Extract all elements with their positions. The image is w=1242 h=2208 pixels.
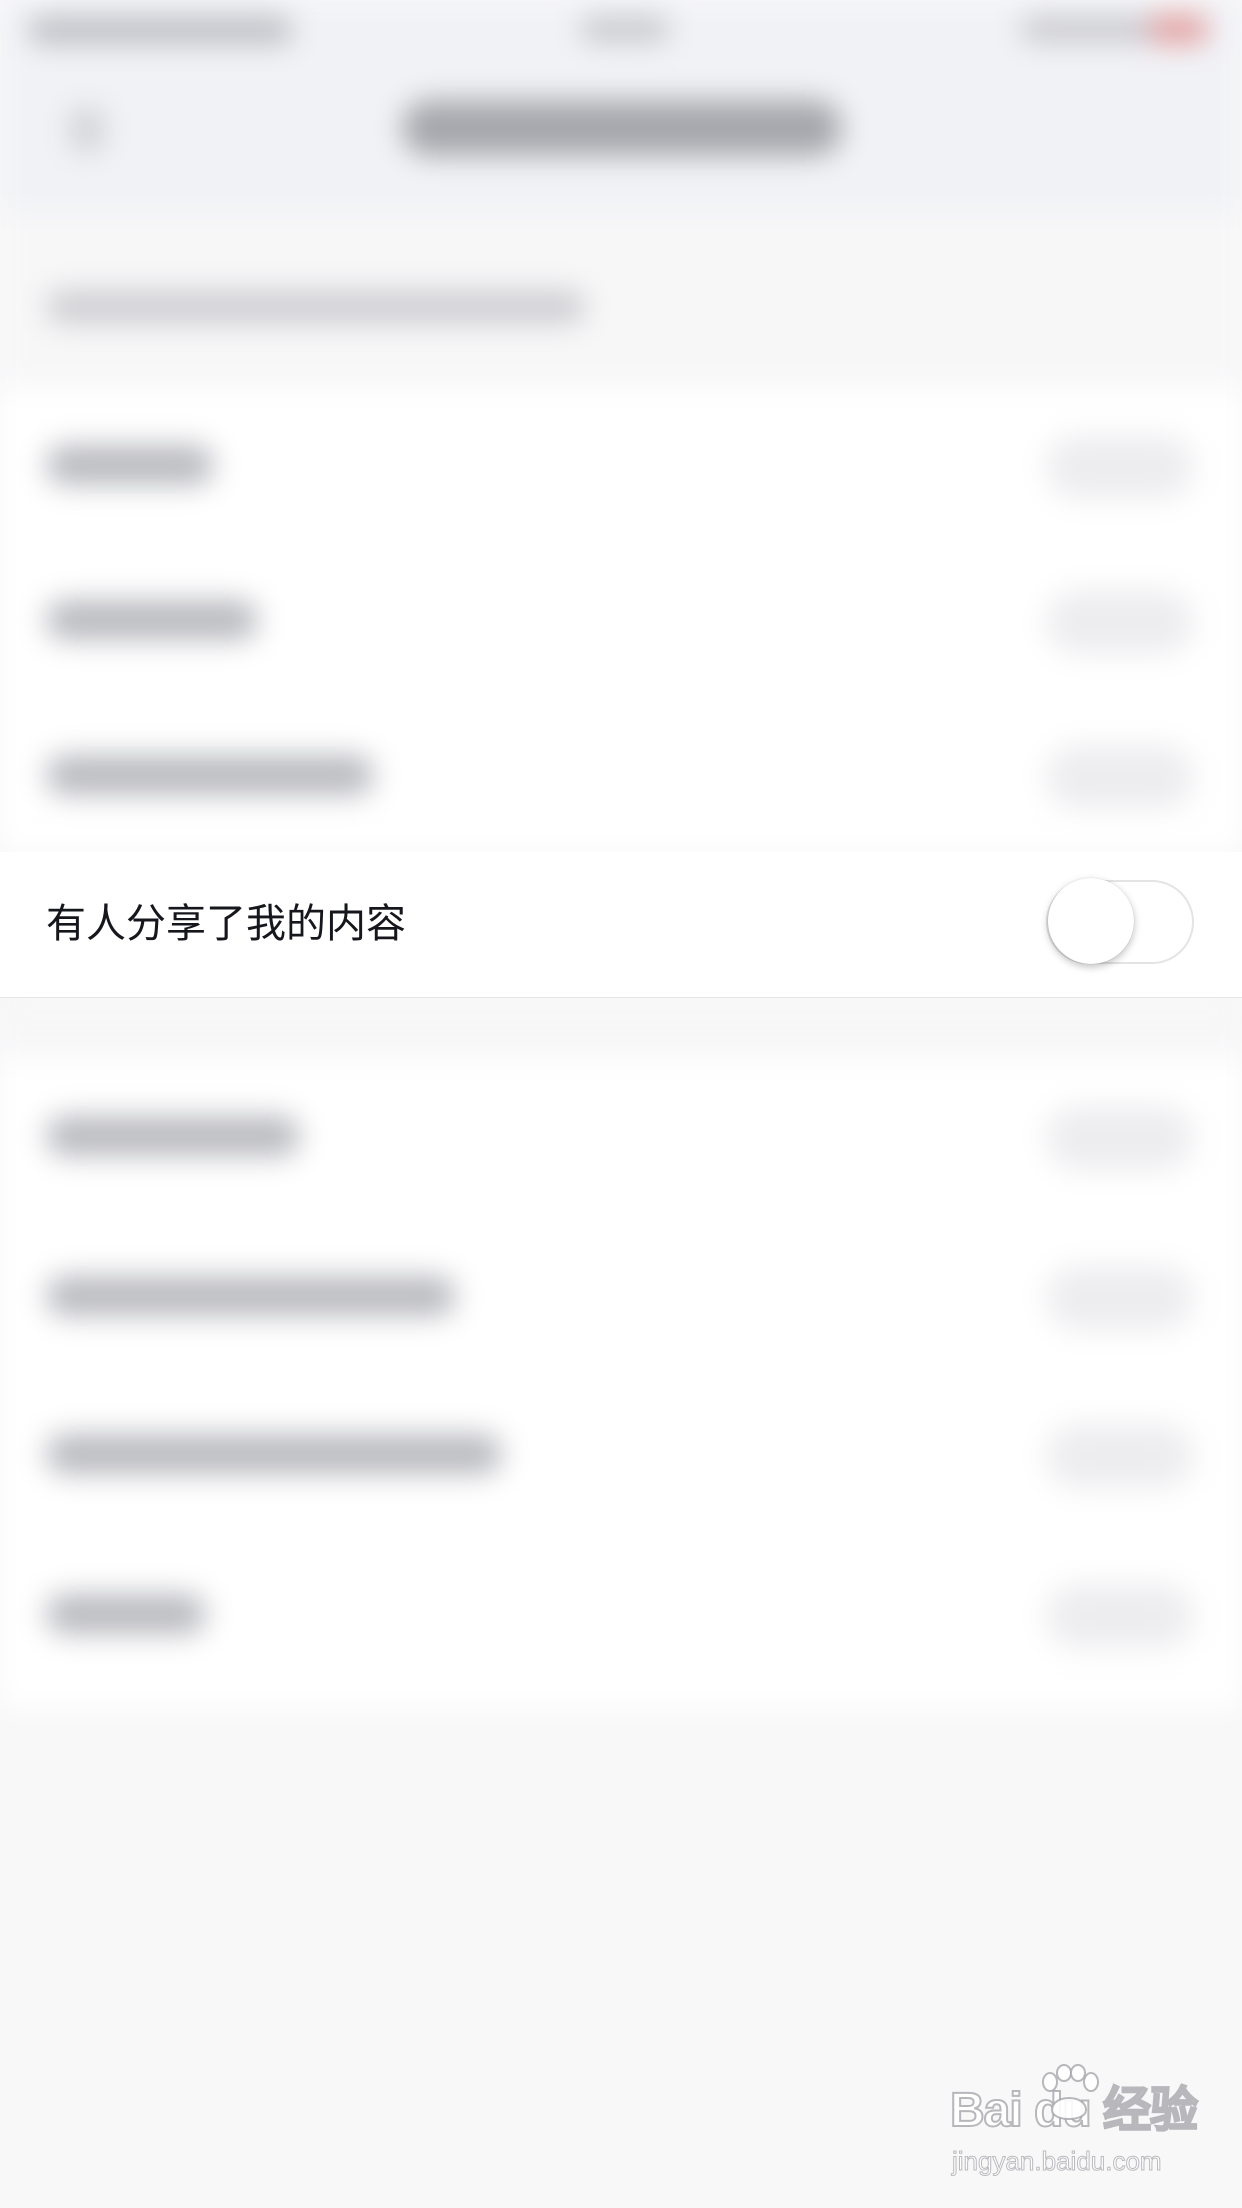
setting-row[interactable] [0, 697, 1242, 853]
setting-row-toggle[interactable] [1046, 1106, 1194, 1170]
section-header [0, 212, 1242, 387]
settings-group-1 [0, 387, 1242, 852]
setting-row[interactable] [0, 1376, 1242, 1532]
section-header-text [46, 290, 586, 324]
group-separator [0, 998, 1242, 1058]
setting-row-label [46, 1116, 300, 1156]
navigation-bar [0, 62, 1242, 212]
share-notification-toggle[interactable] [1046, 876, 1196, 968]
setting-row-toggle[interactable] [1046, 1584, 1194, 1648]
battery-icon [1150, 14, 1206, 44]
setting-row-toggle[interactable] [1046, 1266, 1194, 1330]
status-bar-carrier [28, 16, 293, 44]
back-arrow-icon[interactable] [70, 108, 104, 152]
page-title [402, 100, 842, 156]
toggle-knob [1048, 878, 1134, 964]
setting-row-label [46, 1276, 456, 1316]
setting-row-share-notification[interactable]: 有人分享了我的内容 [0, 852, 1242, 998]
paw-icon [1042, 2064, 1099, 2120]
setting-row-label [46, 600, 258, 640]
setting-label: 有人分享了我的内容 [46, 901, 406, 947]
setting-row-label [46, 755, 374, 795]
setting-row[interactable] [0, 387, 1242, 543]
setting-row-label [46, 445, 214, 485]
baidu-jingyan-watermark: Bai du 经验 jingyan.baidu.com [949, 2064, 1199, 2190]
blurred-background [0, 0, 1242, 2208]
setting-row-label [46, 1434, 502, 1474]
setting-row[interactable] [0, 1058, 1242, 1214]
settings-group-2 [0, 1058, 1242, 1708]
setting-row-toggle[interactable] [1046, 745, 1194, 809]
setting-row[interactable] [0, 1536, 1242, 1692]
setting-row-toggle[interactable] [1046, 590, 1194, 654]
watermark-url: jingyan.baidu.com [952, 2146, 1163, 2177]
status-bar-time [580, 16, 670, 42]
setting-row-toggle[interactable] [1046, 1424, 1194, 1488]
setting-row[interactable] [0, 1218, 1242, 1374]
setting-row-label [46, 1594, 206, 1634]
setting-row-toggle[interactable] [1046, 435, 1194, 499]
setting-row[interactable] [0, 542, 1242, 698]
status-bar [0, 0, 1242, 62]
